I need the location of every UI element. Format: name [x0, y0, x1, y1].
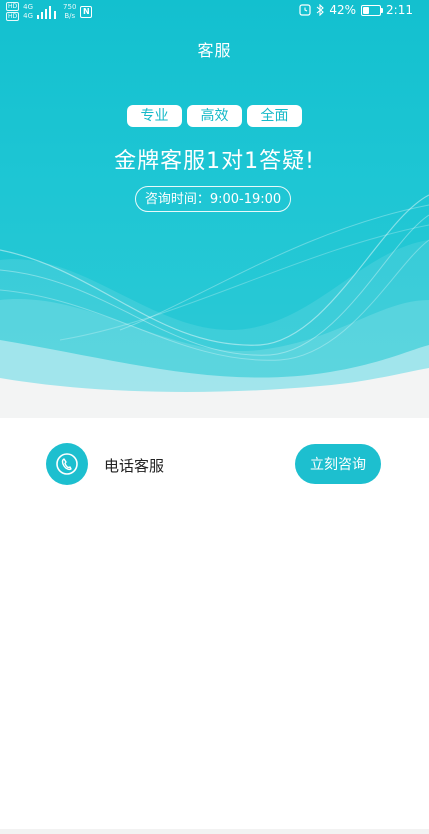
network1-label: 4G [23, 3, 34, 11]
tag-professional: 专业 [127, 105, 182, 127]
sim1-badge: HD [6, 2, 20, 11]
network-indicators: 4G 4G [23, 3, 33, 20]
service-hours: 咨询时间：9:00-19:00 [135, 186, 291, 212]
clock: 2:11 [386, 3, 413, 17]
battery-fill [363, 6, 369, 14]
phone-icon-circle [46, 443, 88, 485]
speed-indicator: 750 B/s [63, 3, 76, 20]
tag-comprehensive: 全面 [247, 105, 302, 127]
signal-icon [37, 5, 57, 19]
phone-service-row[interactable]: 电话客服 立刻咨询 [0, 443, 429, 485]
speed-unit: B/s [64, 12, 76, 20]
hero-banner: HD HD 4G 4G 750 B/s N 42% 2:11 客服 专业 高效 … [0, 0, 429, 418]
consult-now-button[interactable]: 立刻咨询 [295, 444, 381, 484]
sim-indicators: HD HD [6, 2, 20, 21]
alarm-icon [299, 4, 311, 16]
feature-tags: 专业 高效 全面 [0, 105, 429, 127]
nfc-icon: N [80, 5, 93, 18]
status-right: 42% 2:11 [299, 3, 413, 17]
phone-service-label: 电话客服 [104, 457, 165, 475]
speed-value: 750 [63, 3, 77, 11]
battery-percent: 42% [329, 3, 357, 17]
battery-icon [361, 4, 384, 16]
status-left: HD HD 4G 4G 750 B/s N [6, 2, 93, 21]
bottom-divider [0, 829, 429, 834]
page-title: 客服 [197, 41, 232, 60]
customer-service-screen: HD HD 4G 4G 750 B/s N 42% 2:11 客服 专业 高效 … [0, 0, 429, 834]
tag-efficient: 高效 [187, 105, 242, 127]
hero-headline: 金牌客服1对1答疑! [114, 149, 315, 174]
network2-label: 4G [23, 12, 34, 20]
bluetooth-icon [317, 4, 325, 16]
phone-icon [56, 453, 78, 475]
sim2-badge: HD [6, 12, 20, 21]
status-bar: HD HD 4G 4G 750 B/s N 42% 2:11 [0, 0, 429, 21]
